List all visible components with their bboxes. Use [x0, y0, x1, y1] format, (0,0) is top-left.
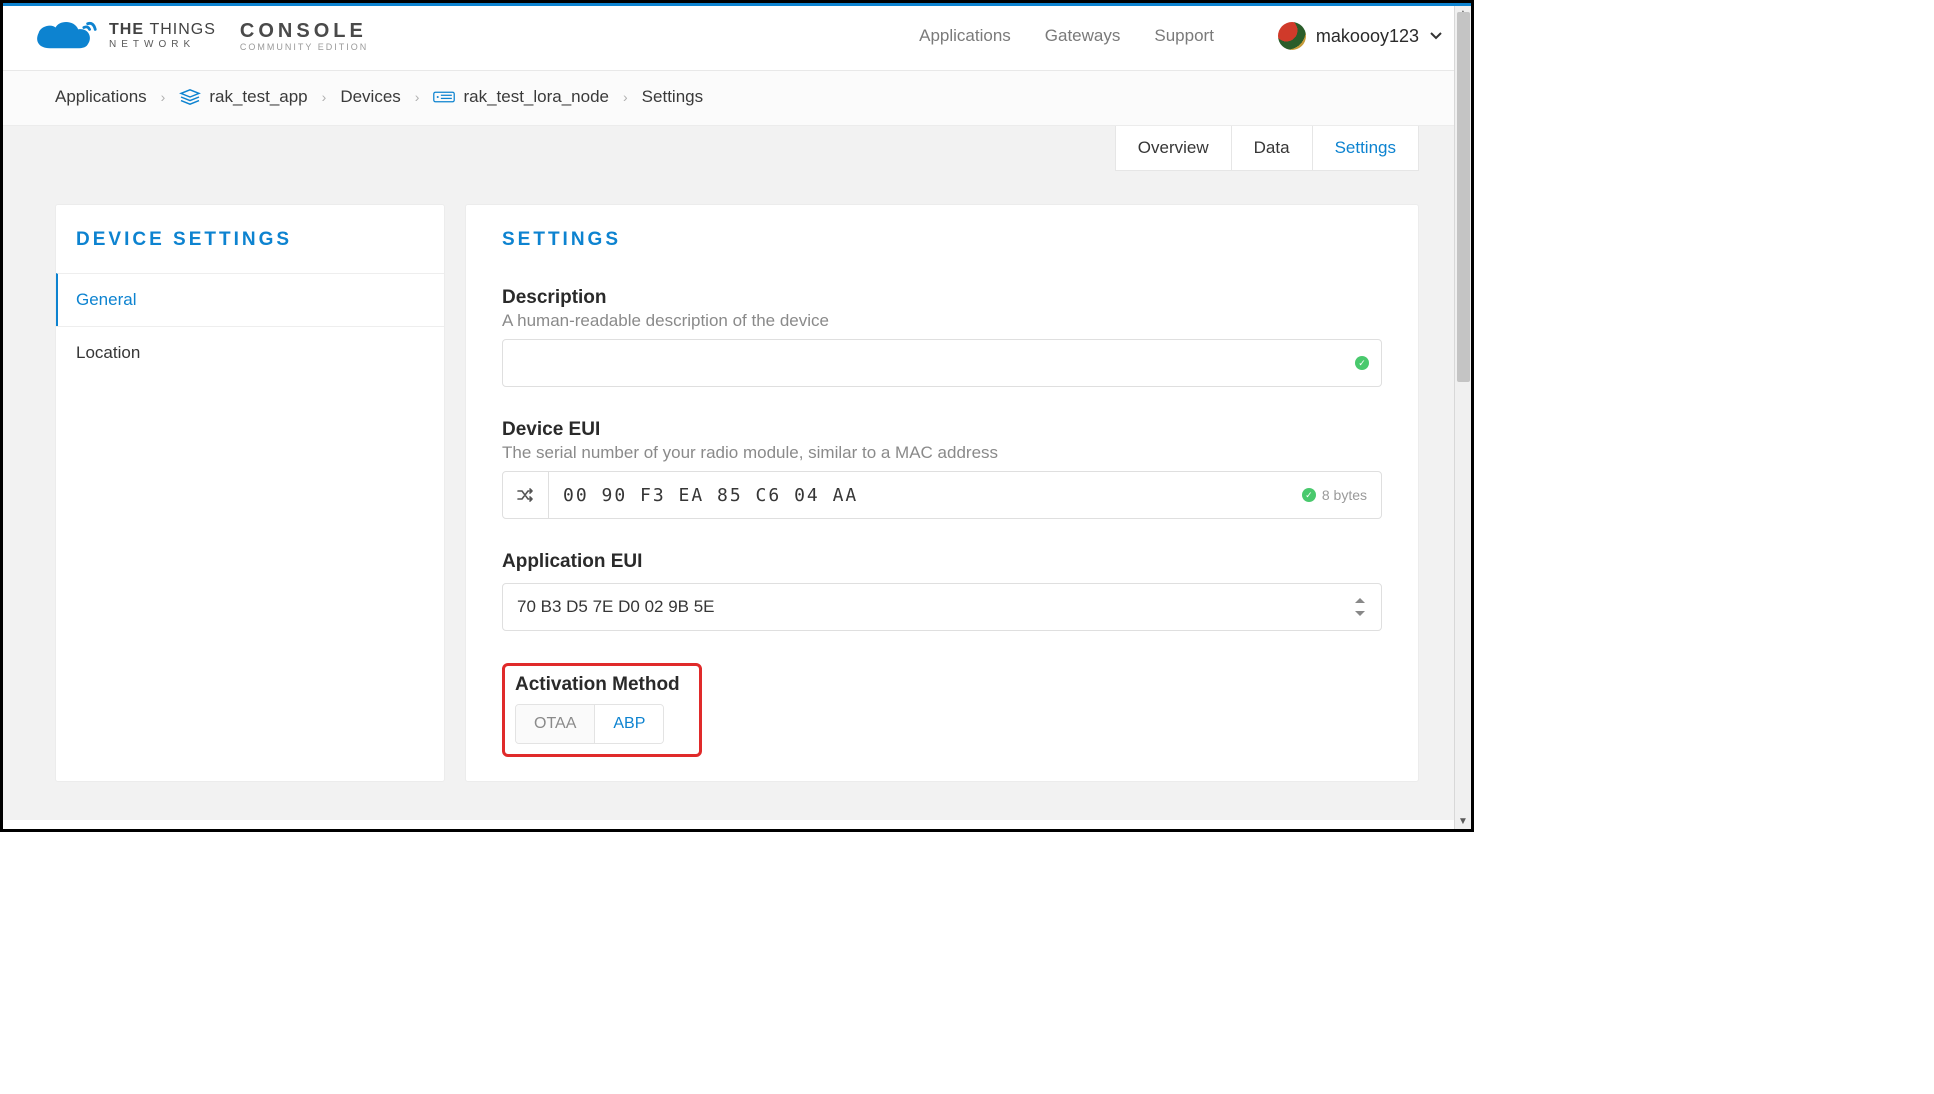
chevron-right-icon: › [161, 89, 166, 105]
brand-network: NETWORK [109, 40, 216, 50]
breadcrumb-devices[interactable]: Devices [340, 87, 400, 107]
field-device-eui: Device EUI The serial number of your rad… [502, 419, 1382, 519]
brand-the: THE [109, 21, 144, 38]
panel-title: SETTINGS [502, 229, 1382, 251]
description-input[interactable] [503, 340, 1381, 386]
activation-method-highlight: Activation Method OTAA ABP [502, 663, 702, 757]
scroll-down-icon[interactable]: ▼ [1455, 813, 1471, 830]
device-eui-label: Device EUI [502, 419, 1382, 441]
device-icon [433, 88, 455, 106]
sidebar-item-location[interactable]: Location [56, 326, 444, 379]
device-eui-help: The serial number of your radio module, … [502, 443, 1382, 463]
sort-icon [1353, 598, 1367, 616]
activation-label: Activation Method [515, 674, 689, 696]
tab-overview[interactable]: Overview [1115, 126, 1232, 171]
check-icon [1355, 356, 1369, 370]
brand-edition: COMMUNITY EDITION [240, 43, 368, 52]
chevron-right-icon: › [322, 89, 327, 105]
tab-data[interactable]: Data [1231, 126, 1313, 171]
breadcrumb-device[interactable]: rak_test_lora_node [433, 87, 609, 107]
activation-segmented: OTAA ABP [515, 704, 664, 744]
sidebar-title: DEVICE SETTINGS [56, 205, 444, 273]
chevron-right-icon: › [623, 89, 628, 105]
brand-things: THINGS [149, 21, 215, 38]
tab-settings[interactable]: Settings [1312, 126, 1419, 171]
description-label: Description [502, 287, 1382, 309]
sidebar-item-general[interactable]: General [56, 273, 444, 326]
app-eui-label: Application EUI [502, 551, 1382, 573]
device-eui-value[interactable]: 00 90 F3 EA 85 C6 04 AA [549, 485, 858, 506]
user-menu[interactable]: makoooy123 [1278, 22, 1443, 50]
avatar [1278, 22, 1306, 50]
field-description: Description A human-readable description… [502, 287, 1382, 387]
chevron-right-icon: › [415, 89, 420, 105]
breadcrumb-settings: Settings [642, 87, 703, 107]
shuffle-button[interactable] [503, 472, 549, 518]
shuffle-icon [516, 487, 536, 503]
scrollbar[interactable]: ▲ ▼ [1454, 6, 1471, 829]
nav-support[interactable]: Support [1154, 26, 1214, 46]
device-settings-sidebar: DEVICE SETTINGS General Location [55, 204, 445, 782]
device-eui-bytes: 8 bytes [1322, 487, 1367, 503]
cloud-icon [31, 16, 99, 56]
app-eui-value: 70 B3 D5 7E D0 02 9B 5E [517, 597, 715, 617]
breadcrumb-app[interactable]: rak_test_app [179, 87, 307, 107]
breadcrumb-bar: Applications › rak_test_app › Devices › … [3, 71, 1471, 126]
nav-applications[interactable]: Applications [919, 26, 1011, 46]
brand-console: CONSOLE [240, 21, 368, 41]
settings-panel: SETTINGS Description A human-readable de… [465, 204, 1419, 782]
chevron-down-icon [1429, 31, 1443, 41]
username: makoooy123 [1316, 26, 1419, 47]
header: THE THINGS NETWORK CONSOLE COMMUNITY EDI… [3, 6, 1471, 71]
description-help: A human-readable description of the devi… [502, 311, 1382, 331]
breadcrumb-applications[interactable]: Applications [55, 87, 147, 107]
app-eui-select[interactable]: 70 B3 D5 7E D0 02 9B 5E [502, 583, 1382, 631]
top-nav: Applications Gateways Support makoooy123 [919, 22, 1443, 50]
scrollbar-thumb[interactable] [1457, 12, 1470, 382]
field-application-eui: Application EUI 70 B3 D5 7E D0 02 9B 5E [502, 551, 1382, 631]
stack-icon [179, 88, 201, 106]
page-body: Overview Data Settings DEVICE SETTINGS G… [3, 126, 1471, 820]
nav-gateways[interactable]: Gateways [1045, 26, 1121, 46]
breadcrumb: Applications › rak_test_app › Devices › … [55, 87, 1419, 107]
brand[interactable]: THE THINGS NETWORK CONSOLE COMMUNITY EDI… [31, 16, 368, 56]
check-icon [1302, 488, 1316, 502]
activation-option-abp[interactable]: ABP [594, 705, 663, 743]
activation-option-otaa[interactable]: OTAA [516, 705, 594, 743]
device-tabs: Overview Data Settings [1116, 126, 1419, 171]
